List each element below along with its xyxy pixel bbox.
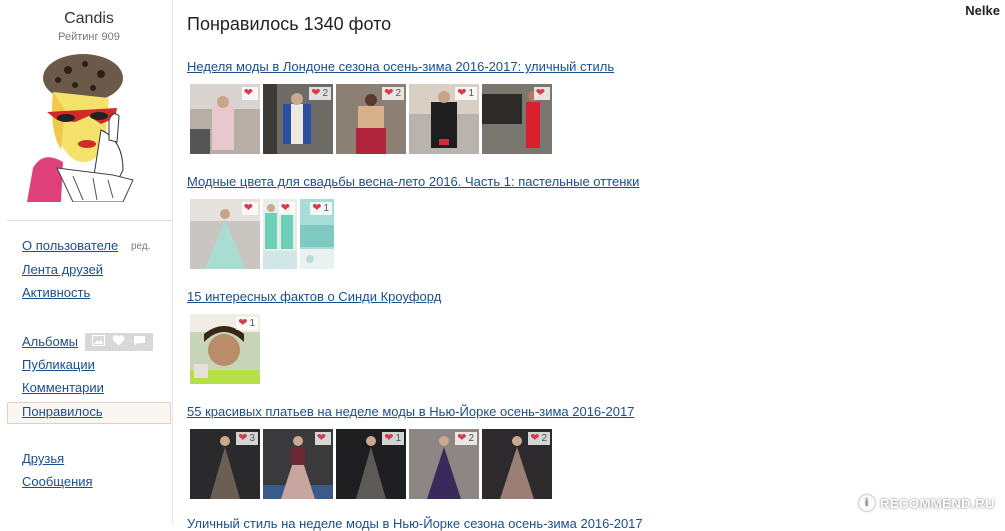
- user-name[interactable]: Candis: [0, 10, 178, 28]
- heart-icon[interactable]: [112, 333, 125, 351]
- heart-icon: ❤: [457, 432, 467, 444]
- heart-icon: ❤: [312, 202, 322, 214]
- like-badge: ❤: [278, 202, 295, 215]
- like-badge: ❤ 1: [310, 202, 332, 215]
- heart-icon: ❤: [535, 87, 545, 99]
- info-icon: i: [858, 495, 875, 511]
- edit-profile-link[interactable]: ред.: [131, 241, 151, 252]
- like-badge: ❤ 3: [236, 432, 258, 445]
- album-thumbs: ❤ ❤ 2 ❤ 2 ❤ 1 ❤: [190, 84, 552, 154]
- like-badge: ❤ 2: [382, 87, 404, 100]
- sidebar-item-comments[interactable]: Комментарии: [22, 380, 104, 395]
- photo-thumb[interactable]: ❤ 2: [263, 84, 333, 154]
- like-badge: ❤ 1: [382, 432, 404, 445]
- heart-icon: ❤: [311, 87, 321, 99]
- album-title-partial[interactable]: Уличный стиль на неделе моды в Нью-Йорке…: [187, 516, 643, 531]
- sidebar-item-about[interactable]: О пользователе: [22, 238, 118, 253]
- comment-icon[interactable]: [133, 333, 146, 351]
- photo-thumb[interactable]: ❤ 1: [336, 429, 406, 499]
- heart-icon: ❤: [457, 87, 467, 99]
- like-badge: ❤ 2: [309, 87, 331, 100]
- photo-thumb[interactable]: ❤ 2: [482, 429, 552, 499]
- heart-icon: ❤: [316, 432, 326, 444]
- photo-thumb[interactable]: ❤: [190, 84, 260, 154]
- heart-icon: ❤: [243, 202, 253, 214]
- like-badge: ❤: [241, 87, 258, 100]
- photo-thumb[interactable]: ❤ 1: [300, 199, 334, 269]
- photo-thumb[interactable]: ❤: [190, 199, 260, 269]
- sidebar-divider: [7, 220, 172, 221]
- photo-thumb[interactable]: ❤: [263, 429, 333, 499]
- like-badge: ❤: [314, 432, 331, 445]
- heart-icon: ❤: [280, 202, 290, 214]
- like-badge: ❤ 1: [455, 87, 477, 100]
- photo-thumb[interactable]: ❤: [263, 199, 297, 269]
- sidebar-item-friends-feed[interactable]: Лента друзей: [22, 262, 103, 277]
- avatar[interactable]: [13, 50, 163, 202]
- photo-thumb[interactable]: ❤ 2: [336, 84, 406, 154]
- album-thumbs: ❤ 1: [190, 314, 260, 384]
- heart-icon: ❤: [238, 317, 248, 329]
- photo-thumb[interactable]: ❤: [482, 84, 552, 154]
- sidebar-item-albums[interactable]: Альбомы: [22, 334, 78, 349]
- photo-thumb[interactable]: ❤ 2: [409, 429, 479, 499]
- album-thumbs: ❤ 3 ❤ ❤ 1 ❤ 2 ❤ 2: [190, 429, 552, 499]
- sidebar-item-liked[interactable]: Понравилось: [22, 404, 103, 419]
- album-title[interactable]: Модные цвета для свадьбы весна-лето 2016…: [187, 174, 639, 189]
- heart-icon: ❤: [243, 87, 253, 99]
- photo-thumb[interactable]: ❤ 1: [409, 84, 479, 154]
- page-title: Понравилось 1340 фото: [187, 14, 392, 34]
- like-badge: ❤: [241, 202, 258, 215]
- heart-icon: ❤: [238, 432, 248, 444]
- like-badge: ❤ 1: [236, 317, 258, 330]
- current-user-link[interactable]: Nelke: [965, 3, 1000, 18]
- sidebar-item-messages[interactable]: Сообщения: [22, 474, 93, 489]
- album-title[interactable]: 15 интересных фактов о Синди Кроуфорд: [187, 289, 441, 304]
- watermark-text: RECOMMEND.RU: [879, 495, 995, 511]
- sidebar-item-publications[interactable]: Публикации: [22, 357, 95, 372]
- album-title[interactable]: 55 красивых платьев на неделе моды в Нью…: [187, 404, 634, 419]
- heart-icon: ❤: [530, 432, 540, 444]
- sidebar: Candis Рейтинг 909 О пользователе ред. Л…: [0, 0, 173, 523]
- sidebar-item-activity[interactable]: Активность: [22, 285, 90, 300]
- like-badge: ❤ 2: [455, 432, 477, 445]
- album-thumbs: ❤ ❤ ❤ 1: [190, 199, 334, 269]
- photo-thumb[interactable]: ❤ 1: [190, 314, 260, 384]
- sidebar-item-friends[interactable]: Друзья: [22, 451, 64, 466]
- photo-icon[interactable]: [91, 333, 105, 351]
- heart-icon: ❤: [384, 432, 394, 444]
- album-title[interactable]: Неделя моды в Лондоне сезона осень-зима …: [187, 59, 614, 74]
- user-rating: Рейтинг 909: [58, 31, 120, 43]
- like-badge: ❤: [533, 87, 550, 100]
- albums-icon-bar: [85, 333, 153, 351]
- photo-thumb[interactable]: ❤ 3: [190, 429, 260, 499]
- heart-icon: ❤: [384, 87, 394, 99]
- like-badge: ❤ 2: [528, 432, 550, 445]
- watermark: i RECOMMEND.RU: [858, 495, 995, 511]
